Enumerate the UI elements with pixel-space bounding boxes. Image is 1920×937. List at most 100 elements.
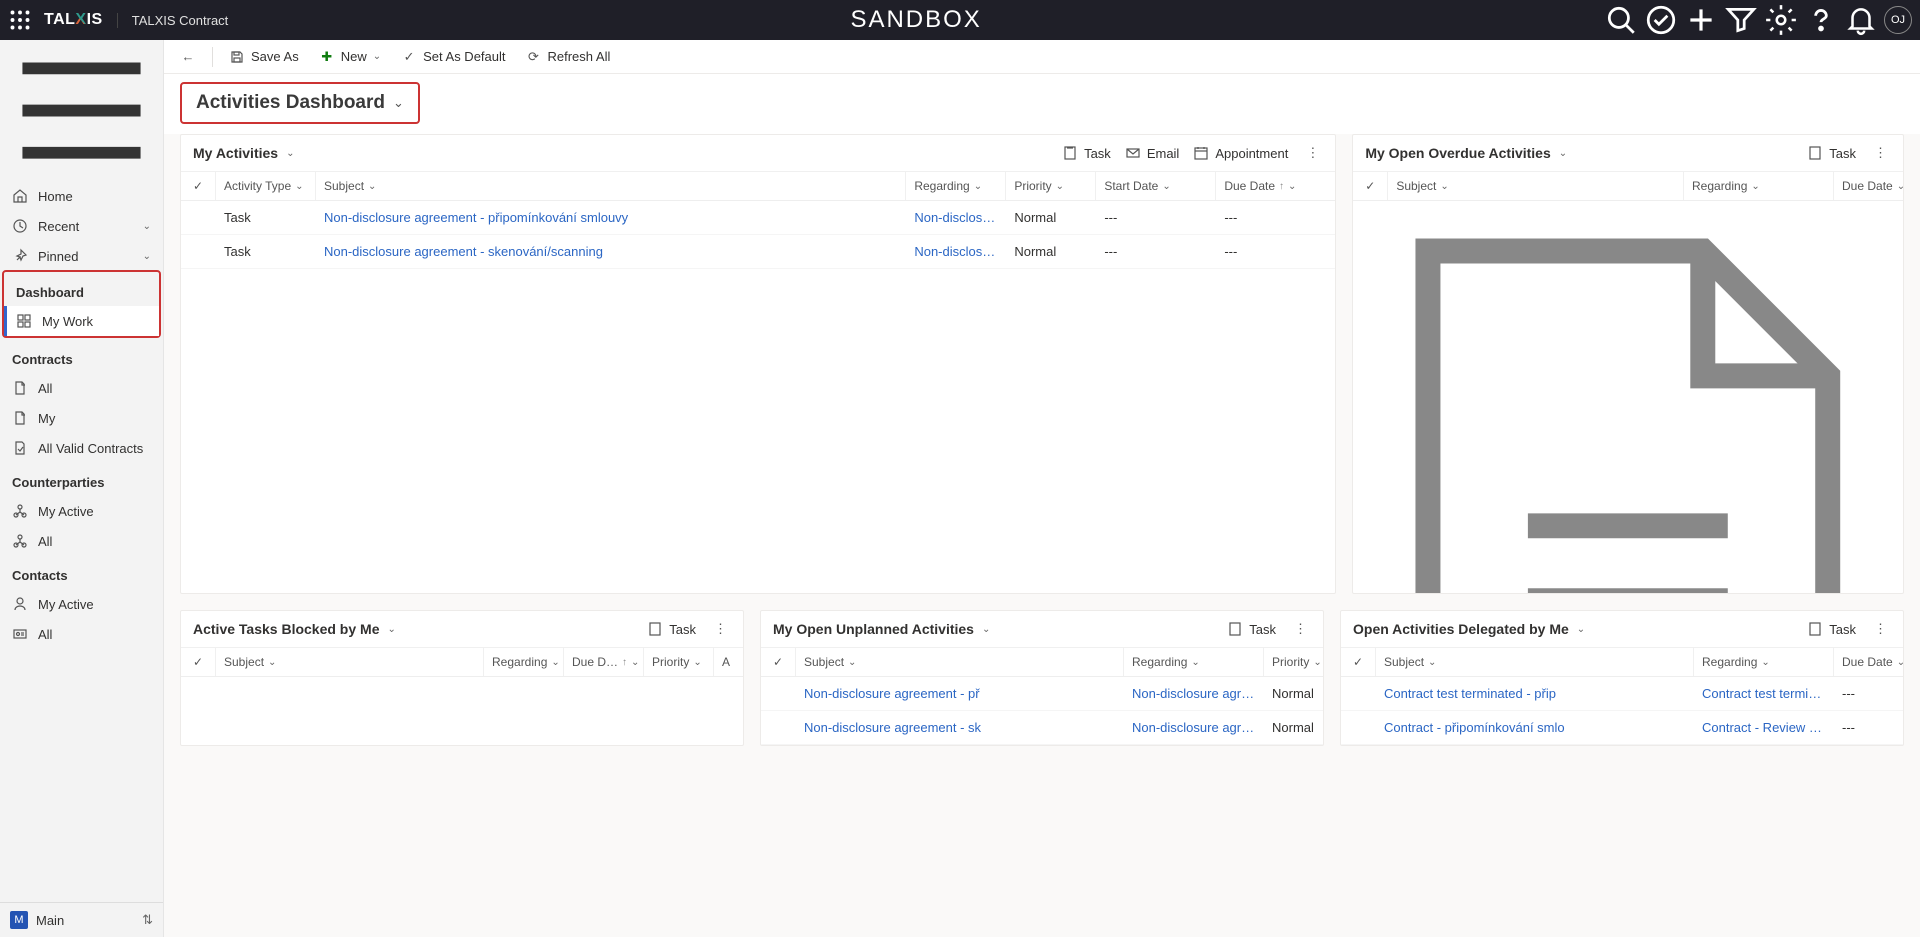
more-icon[interactable]: ⋮: [1870, 621, 1891, 637]
col-regarding[interactable]: Regarding ⌄: [1123, 648, 1263, 676]
cell-subject[interactable]: Contract - připomínkování smlo: [1375, 711, 1693, 744]
sidebar: Home Recent ⌄ Pinned ⌄ Dashboard My Work…: [0, 40, 164, 937]
arrow-left-icon: ←: [180, 49, 196, 65]
new-task-button[interactable]: Task: [1062, 145, 1111, 161]
table-row[interactable]: Task Non-disclosure agreement - skenován…: [181, 235, 1335, 269]
app-launcher-icon[interactable]: [8, 8, 32, 32]
col-due-date[interactable]: Due Date ↑ ⌄: [1215, 172, 1335, 200]
sidebar-item-cp-active[interactable]: My Active: [0, 496, 163, 526]
sidebar-item-recent[interactable]: Recent ⌄: [0, 211, 163, 241]
col-start-date[interactable]: Start Date ⌄: [1095, 172, 1215, 200]
table-row[interactable]: Contract - připomínkování smlo Contract …: [1341, 711, 1903, 745]
sidebar-header-dashboard: Dashboard: [4, 273, 159, 306]
sidebar-item-pinned[interactable]: Pinned ⌄: [0, 241, 163, 271]
table-row[interactable]: Contract test terminated - přip Contract…: [1341, 677, 1903, 711]
panel-unplanned: My Open Unplanned Activities ⌄ Task ⋮ ✓ …: [760, 610, 1324, 746]
more-icon[interactable]: ⋮: [1870, 145, 1891, 161]
sidebar-item-contacts-all[interactable]: All: [0, 619, 163, 649]
col-a[interactable]: A: [713, 648, 743, 676]
dashboard-picker[interactable]: Activities Dashboard ⌄: [180, 82, 420, 124]
new-button[interactable]: ✚New⌄: [311, 45, 389, 69]
col-due-date[interactable]: Due Date ⌄: [1833, 648, 1903, 676]
new-task-button[interactable]: Task: [647, 621, 696, 637]
sidebar-item-contracts-all[interactable]: All: [0, 373, 163, 403]
filter-icon[interactable]: [1724, 3, 1758, 37]
col-subject[interactable]: Subject ⌄: [795, 648, 1123, 676]
cell-regarding[interactable]: Contract test terminated -: [1693, 677, 1833, 710]
table-row[interactable]: Non-disclosure agreement - sk Non-disclo…: [761, 711, 1323, 745]
refresh-all-button[interactable]: ⟳Refresh All: [518, 45, 619, 69]
bell-icon[interactable]: [1844, 3, 1878, 37]
cell-regarding[interactable]: Non-disclosure ag: [905, 235, 1005, 268]
sidebar-item-contracts-valid[interactable]: All Valid Contracts: [0, 433, 163, 463]
col-select[interactable]: ✓: [761, 648, 795, 676]
new-task-button[interactable]: Task: [1807, 621, 1856, 637]
sidebar-item-contracts-my[interactable]: My: [0, 403, 163, 433]
new-appointment-button[interactable]: Appointment: [1193, 145, 1288, 161]
new-task-button[interactable]: Task: [1227, 621, 1276, 637]
chevron-down-icon: ⌄: [373, 51, 381, 62]
cell-regarding[interactable]: Non-disclosure ag: [905, 201, 1005, 234]
area-switcher[interactable]: M Main ⇅: [0, 902, 163, 937]
col-select[interactable]: ✓: [1353, 172, 1387, 200]
more-icon[interactable]: ⋮: [710, 621, 731, 637]
new-icon[interactable]: [1684, 3, 1718, 37]
environment-label: SANDBOX: [228, 6, 1604, 34]
col-subject[interactable]: Subject ⌄: [1375, 648, 1693, 676]
chevron-down-icon[interactable]: ⌄: [1559, 148, 1567, 159]
user-avatar[interactable]: OJ: [1884, 6, 1912, 34]
panel-title: My Open Overdue Activities: [1365, 145, 1550, 161]
col-regarding[interactable]: Regarding ⌄: [483, 648, 563, 676]
search-icon[interactable]: [1604, 3, 1638, 37]
cell-priority: Normal: [1263, 711, 1323, 744]
check-icon: ✓: [401, 49, 417, 65]
back-button[interactable]: ←: [172, 45, 204, 69]
help-icon[interactable]: [1804, 3, 1838, 37]
chevron-down-icon[interactable]: ⌄: [387, 624, 395, 635]
col-subject[interactable]: Subject ⌄: [215, 648, 483, 676]
sidebar-item-label: All: [38, 534, 52, 549]
chevron-down-icon[interactable]: ⌄: [1577, 624, 1585, 635]
cell-regarding[interactable]: Contract - Review Round: [1693, 711, 1833, 744]
table-row[interactable]: Non-disclosure agreement - př Non-disclo…: [761, 677, 1323, 711]
col-subject[interactable]: Subject ⌄: [315, 172, 905, 200]
panel-overdue: My Open Overdue Activities ⌄ Task ⋮ ✓ Su…: [1352, 134, 1904, 594]
col-select[interactable]: ✓: [181, 172, 215, 200]
new-email-button[interactable]: Email: [1125, 145, 1180, 161]
col-regarding[interactable]: Regarding ⌄: [905, 172, 1005, 200]
col-due-date[interactable]: Due Date ⌄: [1833, 172, 1903, 200]
col-regarding[interactable]: Regarding ⌄: [1693, 648, 1833, 676]
cell-subject[interactable]: Contract test terminated - přip: [1375, 677, 1693, 710]
chevron-down-icon[interactable]: ⌄: [982, 624, 990, 635]
cell-subject[interactable]: Non-disclosure agreement - skenování/sca…: [315, 235, 905, 268]
cell-regarding[interactable]: Non-disclosure agreement: [1123, 711, 1263, 744]
table-row[interactable]: Task Non-disclosure agreement - připomín…: [181, 201, 1335, 235]
col-select[interactable]: ✓: [181, 648, 215, 676]
sidebar-item-my-work[interactable]: My Work: [4, 306, 159, 336]
sidebar-item-contacts-active[interactable]: My Active: [0, 589, 163, 619]
save-as-button[interactable]: Save As: [221, 45, 307, 69]
hamburger-icon[interactable]: [0, 40, 163, 181]
new-task-button[interactable]: Task: [1807, 145, 1856, 161]
set-default-button[interactable]: ✓Set As Default: [393, 45, 513, 69]
col-select[interactable]: ✓: [1341, 648, 1375, 676]
col-due-date[interactable]: Due D… ↑ ⌄: [563, 648, 643, 676]
more-icon[interactable]: ⋮: [1302, 145, 1323, 161]
cell-subject[interactable]: Non-disclosure agreement - př: [795, 677, 1123, 710]
col-priority[interactable]: Priority ⌄: [1263, 648, 1323, 676]
col-regarding[interactable]: Regarding ⌄: [1683, 172, 1833, 200]
assist-icon[interactable]: [1644, 3, 1678, 37]
gear-icon[interactable]: [1764, 3, 1798, 37]
col-activity-type[interactable]: Activity Type ⌄: [215, 172, 315, 200]
cell-subject[interactable]: Non-disclosure agreement - sk: [795, 711, 1123, 744]
col-subject[interactable]: Subject ⌄: [1387, 172, 1683, 200]
cell-subject[interactable]: Non-disclosure agreement - připomínkován…: [315, 201, 905, 234]
more-icon[interactable]: ⋮: [1290, 621, 1311, 637]
cell-due: ---: [1215, 235, 1335, 268]
col-priority[interactable]: Priority ⌄: [1005, 172, 1095, 200]
sidebar-item-home[interactable]: Home: [0, 181, 163, 211]
chevron-down-icon[interactable]: ⌄: [286, 148, 294, 159]
cell-regarding[interactable]: Non-disclosure agreement: [1123, 677, 1263, 710]
sidebar-item-cp-all[interactable]: All: [0, 526, 163, 556]
col-priority[interactable]: Priority ⌄: [643, 648, 713, 676]
